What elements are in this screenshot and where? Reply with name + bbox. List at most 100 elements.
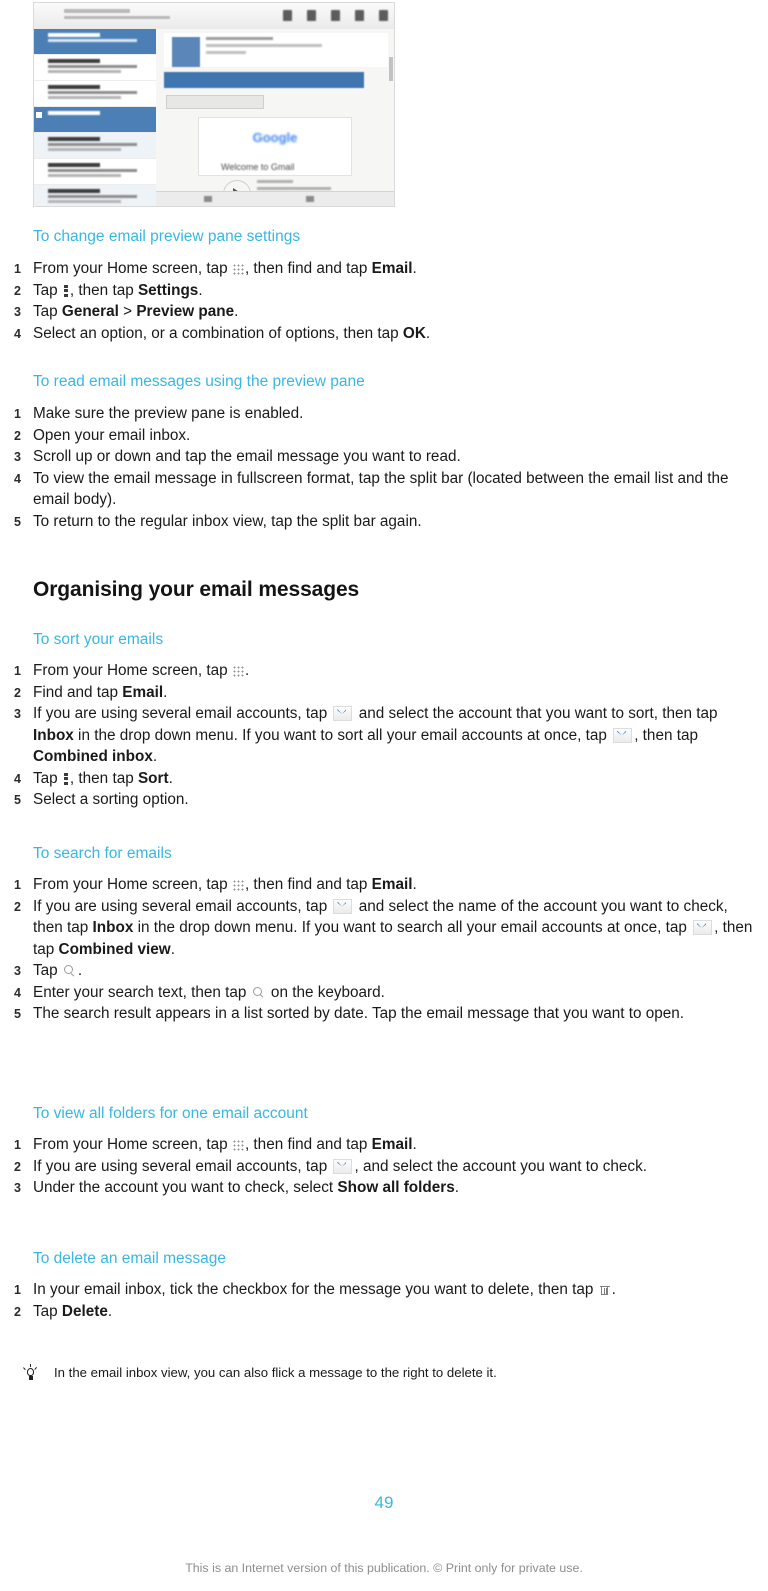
footer-copyright: This is an Internet version of this publ… — [185, 1561, 583, 1575]
ui-term: Combined inbox — [33, 748, 153, 765]
list-item: 5 The search result appears in a list so… — [14, 1003, 760, 1025]
steps-read-with-preview-pane: 1 Make sure the preview pane is enabled.… — [14, 403, 760, 532]
list-item: 4 Enter your search text, then tap on th… — [14, 982, 760, 1004]
list-item: 1 From your Home screen, tap , then find… — [14, 874, 760, 896]
lightbulb-icon — [22, 1363, 38, 1381]
list-item — [34, 159, 156, 185]
trash-icon — [599, 1284, 610, 1296]
step-number: 3 — [14, 305, 21, 319]
list-item: 2 If you are using several email account… — [14, 897, 753, 958]
step-number: 1 — [14, 1283, 21, 1297]
list-item: 2 Tap Delete. — [14, 1301, 760, 1323]
step-number: 2 — [14, 1159, 21, 1174]
search-icon — [331, 10, 340, 21]
list-item — [34, 107, 156, 133]
search-icon — [252, 986, 265, 999]
search-icon — [63, 965, 76, 977]
tip-note: In the email inbox view, you can also fl… — [14, 1363, 748, 1382]
overflow-menu-icon — [63, 772, 68, 785]
step-number: 4 — [14, 326, 21, 341]
manual-page: Google Welcome to Gmail To change email … — [0, 0, 768, 1591]
step-number: 2 — [14, 283, 21, 298]
figure-message-list — [34, 29, 157, 206]
list-item: 1 From your Home screen, tap , then find… — [14, 1134, 760, 1156]
step-number: 4 — [14, 985, 21, 1000]
ui-term: General — [61, 303, 119, 320]
list-item: 4 To view the email message in fullscree… — [14, 469, 729, 509]
list-item: 4 Tap , then tap Sort. — [14, 768, 760, 790]
ui-term: Email — [371, 876, 413, 893]
apps-grid-icon — [232, 880, 244, 891]
section-heading-sort-emails: To sort your emails — [33, 631, 164, 648]
steps-delete-email: 1 In your email inbox, tick the checkbox… — [14, 1279, 760, 1322]
list-item: 1 From your Home screen, tap . — [14, 660, 760, 682]
list-item: 2 Tap , then tap Settings. — [14, 280, 760, 302]
step-number: 1 — [14, 407, 21, 421]
list-item: 4 Select an option, or a combination of … — [14, 323, 760, 345]
figure-attachment-chip — [166, 95, 264, 109]
refresh-icon — [307, 10, 316, 21]
list-item — [34, 29, 156, 55]
list-item — [34, 185, 156, 206]
ui-term: Inbox — [33, 726, 74, 744]
figure-message-body: Google Welcome to Gmail — [198, 117, 352, 206]
scrollbar[interactable] — [389, 57, 393, 81]
list-item: 2 If you are using several email account… — [14, 1156, 760, 1178]
ui-term: Combined view — [58, 940, 171, 958]
ui-term: Delete — [61, 1302, 108, 1320]
page-title: Organising your email messages — [33, 578, 360, 601]
step-number: 2 — [14, 428, 21, 443]
section-heading-delete-email: To delete an email message — [33, 1250, 227, 1267]
ui-term: OK — [402, 324, 426, 342]
steps-preview-pane-settings: 1 From your Home screen, tap , then find… — [14, 258, 760, 344]
page-number: 49 — [374, 1493, 394, 1512]
figure-account-label — [40, 7, 170, 24]
list-item — [34, 133, 156, 159]
step-number: 2 — [14, 899, 21, 914]
overflow-menu-icon — [379, 10, 388, 21]
step-number: 3 — [14, 1181, 21, 1195]
step-number: 3 — [14, 707, 21, 721]
reply-icon — [283, 10, 292, 21]
avatar — [172, 37, 200, 67]
step-number: 3 — [14, 450, 21, 464]
email-app-screenshot-figure: Google Welcome to Gmail — [33, 2, 395, 207]
step-number: 4 — [14, 771, 21, 786]
steps-view-all-folders: 1 From your Home screen, tap , then find… — [14, 1134, 760, 1199]
ui-term: Email — [371, 260, 413, 277]
list-item: 1 Make sure the preview pane is enabled. — [14, 403, 760, 425]
ui-term: Settings — [137, 281, 199, 299]
list-item: 3 Tap . — [14, 960, 760, 982]
list-item: 3 Tap General > Preview pane. — [14, 301, 760, 323]
tip-text: In the email inbox view, you can also fl… — [54, 1365, 497, 1380]
step-number: 2 — [14, 685, 21, 700]
section-heading-view-all-folders: To view all folders for one email accoun… — [33, 1105, 308, 1122]
delete-icon — [355, 10, 364, 21]
list-item: 5 Select a sorting option. — [14, 789, 760, 811]
chevron-down-icon — [333, 1158, 353, 1174]
list-item — [34, 81, 156, 107]
list-item: 1 From your Home screen, tap , then find… — [14, 258, 760, 280]
step-number: 1 — [14, 664, 21, 678]
ui-term: Inbox — [92, 919, 134, 936]
step-number: 5 — [14, 514, 21, 529]
step-number: 3 — [14, 964, 21, 978]
ui-term: Show all folders — [337, 1179, 455, 1196]
step-number: 5 — [14, 793, 21, 807]
figure-bottom-bar — [156, 191, 394, 206]
list-item: 5 To return to the regular inbox view, t… — [14, 511, 760, 533]
ui-term: Sort — [137, 769, 169, 787]
figure-selected-bar — [164, 72, 364, 88]
list-item: 3 Under the account you want to check, s… — [14, 1177, 760, 1199]
brand-logo: Google — [252, 130, 298, 145]
ui-term: Email — [371, 1136, 413, 1153]
section-heading-search-emails: To search for emails — [33, 845, 172, 862]
list-item: 1 In your email inbox, tick the checkbox… — [14, 1279, 760, 1301]
chevron-down-icon — [333, 706, 353, 721]
step-number: 1 — [14, 1138, 21, 1152]
step-number: 5 — [14, 1007, 21, 1021]
section-heading-read-with-preview-pane: To read email messages using the preview… — [33, 373, 365, 390]
chevron-down-icon — [693, 920, 713, 935]
figure-toolbar — [34, 3, 394, 30]
apps-grid-icon — [232, 1140, 244, 1151]
